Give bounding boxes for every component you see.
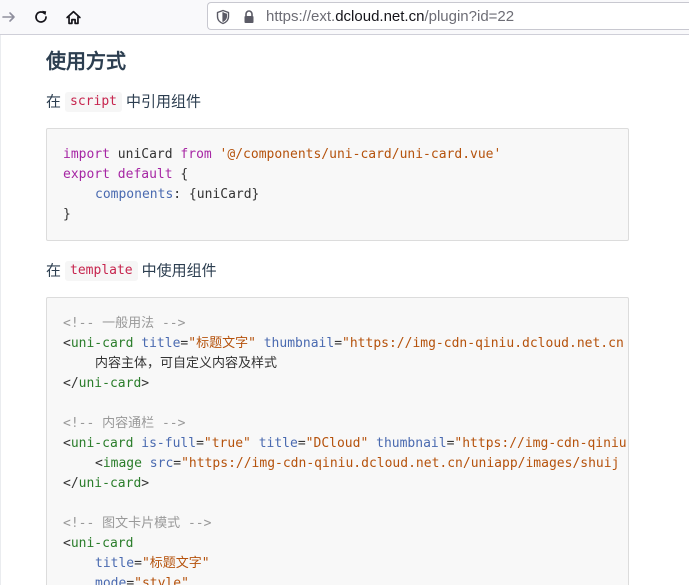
paragraph-prefix: 在 <box>46 261 62 280</box>
code-token: '@/components/uni-card/uni-card.vue' <box>211 147 502 162</box>
code-line: <uni-card title="标题文字" thumbnail="https:… <box>47 334 628 354</box>
reload-icon <box>35 10 47 23</box>
code-string: "标题文字" <box>188 336 256 351</box>
paragraph-template-usage: 在 template 中使用组件 <box>46 259 217 282</box>
inline-code-script: script <box>65 91 122 112</box>
inline-code-template: template <box>65 260 138 281</box>
code-token: < <box>63 436 71 451</box>
code-comment: <!-- 内容通栏 --> <box>63 416 186 431</box>
code-token: from <box>180 147 212 162</box>
code-token: > <box>141 376 150 391</box>
code-tag: uni-card <box>78 476 142 491</box>
code-block-template: <!-- 一般用法 --> <uni-card title="标题文字" thu… <box>46 297 629 585</box>
code-token: export <box>63 167 110 182</box>
code-token: default <box>109 167 173 182</box>
url-text[interactable]: https://ext.dcloud.net.cn/plugin?id=22 <box>266 8 514 26</box>
code-token: = <box>334 336 343 351</box>
code-attr: mode <box>95 576 127 585</box>
code-tag: uni-card <box>70 336 134 351</box>
url-scheme: https://ext. <box>266 8 336 25</box>
code-string: "标题文字" <box>141 556 210 571</box>
code-token: </ <box>63 376 79 391</box>
code-string: "https://img-cdn-qiniu.dcloud.net.cn <box>342 336 624 351</box>
code-line: <!-- 一般用法 --> <box>47 314 628 334</box>
code-line: export default { <box>47 165 628 185</box>
code-line: 内容主体，可自定义内容及样式 <box>47 354 628 374</box>
paragraph-suffix: 中使用组件 <box>141 261 217 280</box>
forward-button[interactable] <box>0 4 22 30</box>
code-attr: thumbnail <box>368 436 447 451</box>
code-token: = <box>173 456 182 471</box>
code-tag: uni-card <box>70 436 134 451</box>
code-line: </uni-card> <box>47 374 628 394</box>
code-token: = <box>196 436 204 451</box>
section-title: 使用方式 <box>46 49 126 73</box>
code-line: <!-- 图文卡片模式 --> <box>47 514 628 534</box>
code-line: <image src="https://img-cdn-qiniu.dcloud… <box>47 454 628 474</box>
home-button[interactable] <box>60 4 86 30</box>
lock-icon[interactable] <box>241 9 257 25</box>
code-comment: <!-- 图文卡片模式 --> <box>63 516 212 531</box>
code-token: components <box>95 187 174 202</box>
code-token: = <box>126 576 135 585</box>
home-icon <box>65 10 81 24</box>
code-block-import: import uniCard from '@/components/uni-ca… <box>46 128 629 241</box>
code-string: "DCloud" <box>305 436 369 451</box>
url-host: dcloud.net.cn <box>335 8 425 25</box>
code-token: uniCard <box>109 147 181 162</box>
code-token: < <box>63 536 71 551</box>
code-token: 内容主体，可自定义内容及样式 <box>95 356 278 371</box>
code-token: > <box>141 476 150 491</box>
paragraph-prefix: 在 <box>46 92 62 111</box>
code-line: } <box>47 205 628 225</box>
code-line: components: {uniCard} <box>47 185 628 205</box>
code-attr: title <box>95 556 135 571</box>
address-bar[interactable]: https://ext.dcloud.net.cn/plugin?id=22 <box>207 2 689 30</box>
code-token: { <box>172 167 189 182</box>
code-attr: src <box>141 456 174 471</box>
code-line: <uni-card <box>47 534 628 554</box>
reload-button[interactable] <box>28 4 54 30</box>
code-tag: uni-card <box>78 376 142 391</box>
arrow-right-icon <box>2 12 15 22</box>
code-line: <uni-card is-full="true" title="DCloud" … <box>47 434 628 454</box>
code-string: "https://img-cdn-qiniu <box>454 436 627 451</box>
code-token: : {uniCard} <box>173 187 260 202</box>
paragraph-script-usage: 在 script 中引用组件 <box>46 90 201 113</box>
content-divider <box>0 35 1 585</box>
code-line: </uni-card> <box>47 474 628 494</box>
code-line: <!-- 内容通栏 --> <box>47 414 628 434</box>
code-string: "style" <box>134 576 189 585</box>
paragraph-suffix: 中引用组件 <box>125 92 201 111</box>
page-content: 使用方式 在 script 中引用组件 import uniCard from '@… <box>0 35 689 585</box>
code-line: title="标题文字" <box>47 554 628 574</box>
code-attr: is-full <box>133 436 197 451</box>
code-attr: title <box>133 336 181 351</box>
code-comment: <!-- 一般用法 --> <box>63 316 186 331</box>
url-path: /plugin?id=22 <box>424 8 515 25</box>
code-token: import <box>63 147 110 162</box>
code-string: "true" <box>203 436 251 451</box>
browser-toolbar: https://ext.dcloud.net.cn/plugin?id=22 <box>0 0 689 35</box>
code-token: < <box>95 456 103 471</box>
code-token: </ <box>63 476 79 491</box>
code-string: "https://img-cdn-qiniu.dcloud.net.cn/uni… <box>181 456 620 471</box>
code-line: import uniCard from '@/components/uni-ca… <box>47 145 628 165</box>
code-token: } <box>63 207 71 222</box>
code-attr: title <box>250 436 298 451</box>
code-token: < <box>63 336 71 351</box>
code-token: = <box>297 436 306 451</box>
code-tag: image <box>102 456 142 471</box>
code-line: mode="style" <box>47 574 628 585</box>
shield-icon[interactable] <box>215 9 231 25</box>
code-token: = <box>134 556 142 571</box>
code-tag: uni-card <box>70 536 134 551</box>
code-attr: thumbnail <box>255 336 335 351</box>
